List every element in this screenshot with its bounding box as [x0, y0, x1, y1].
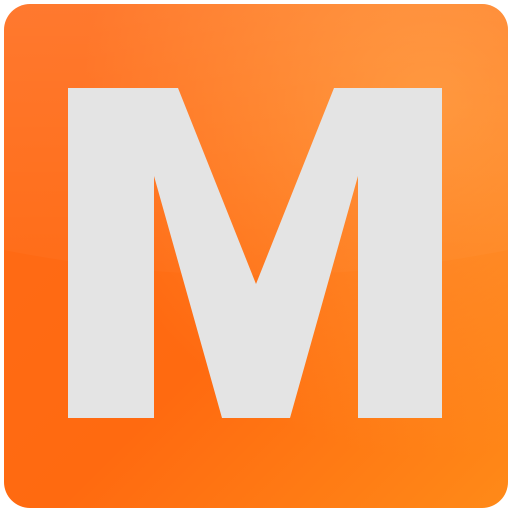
app-icon-graphic — [4, 4, 508, 508]
app-icon[interactable]: M — [0, 0, 512, 512]
